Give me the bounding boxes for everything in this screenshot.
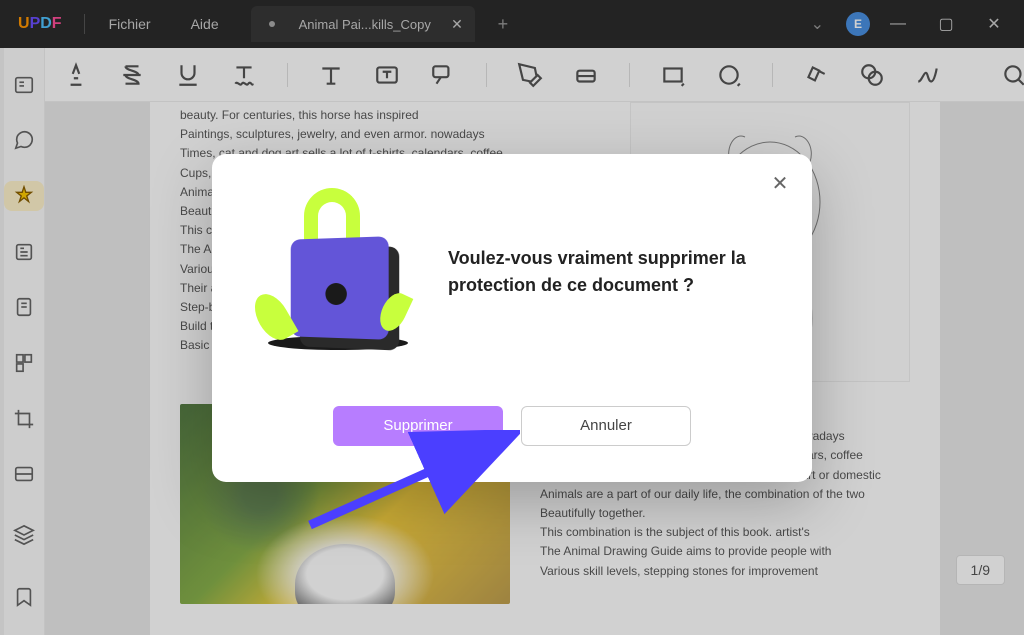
cancel-button[interactable]: Annuler [521, 406, 691, 446]
dialog-message: Voulez-vous vraiment supprimer la protec… [448, 245, 776, 299]
confirm-delete-button[interactable]: Supprimer [333, 406, 503, 446]
close-icon[interactable]: ✕ [768, 172, 792, 196]
remove-protection-dialog: ✕ Voulez-vous vraiment supprimer la prot… [212, 154, 812, 482]
modal-backdrop[interactable]: ✕ Voulez-vous vraiment supprimer la prot… [0, 0, 1024, 635]
lock-illustration [248, 182, 408, 362]
